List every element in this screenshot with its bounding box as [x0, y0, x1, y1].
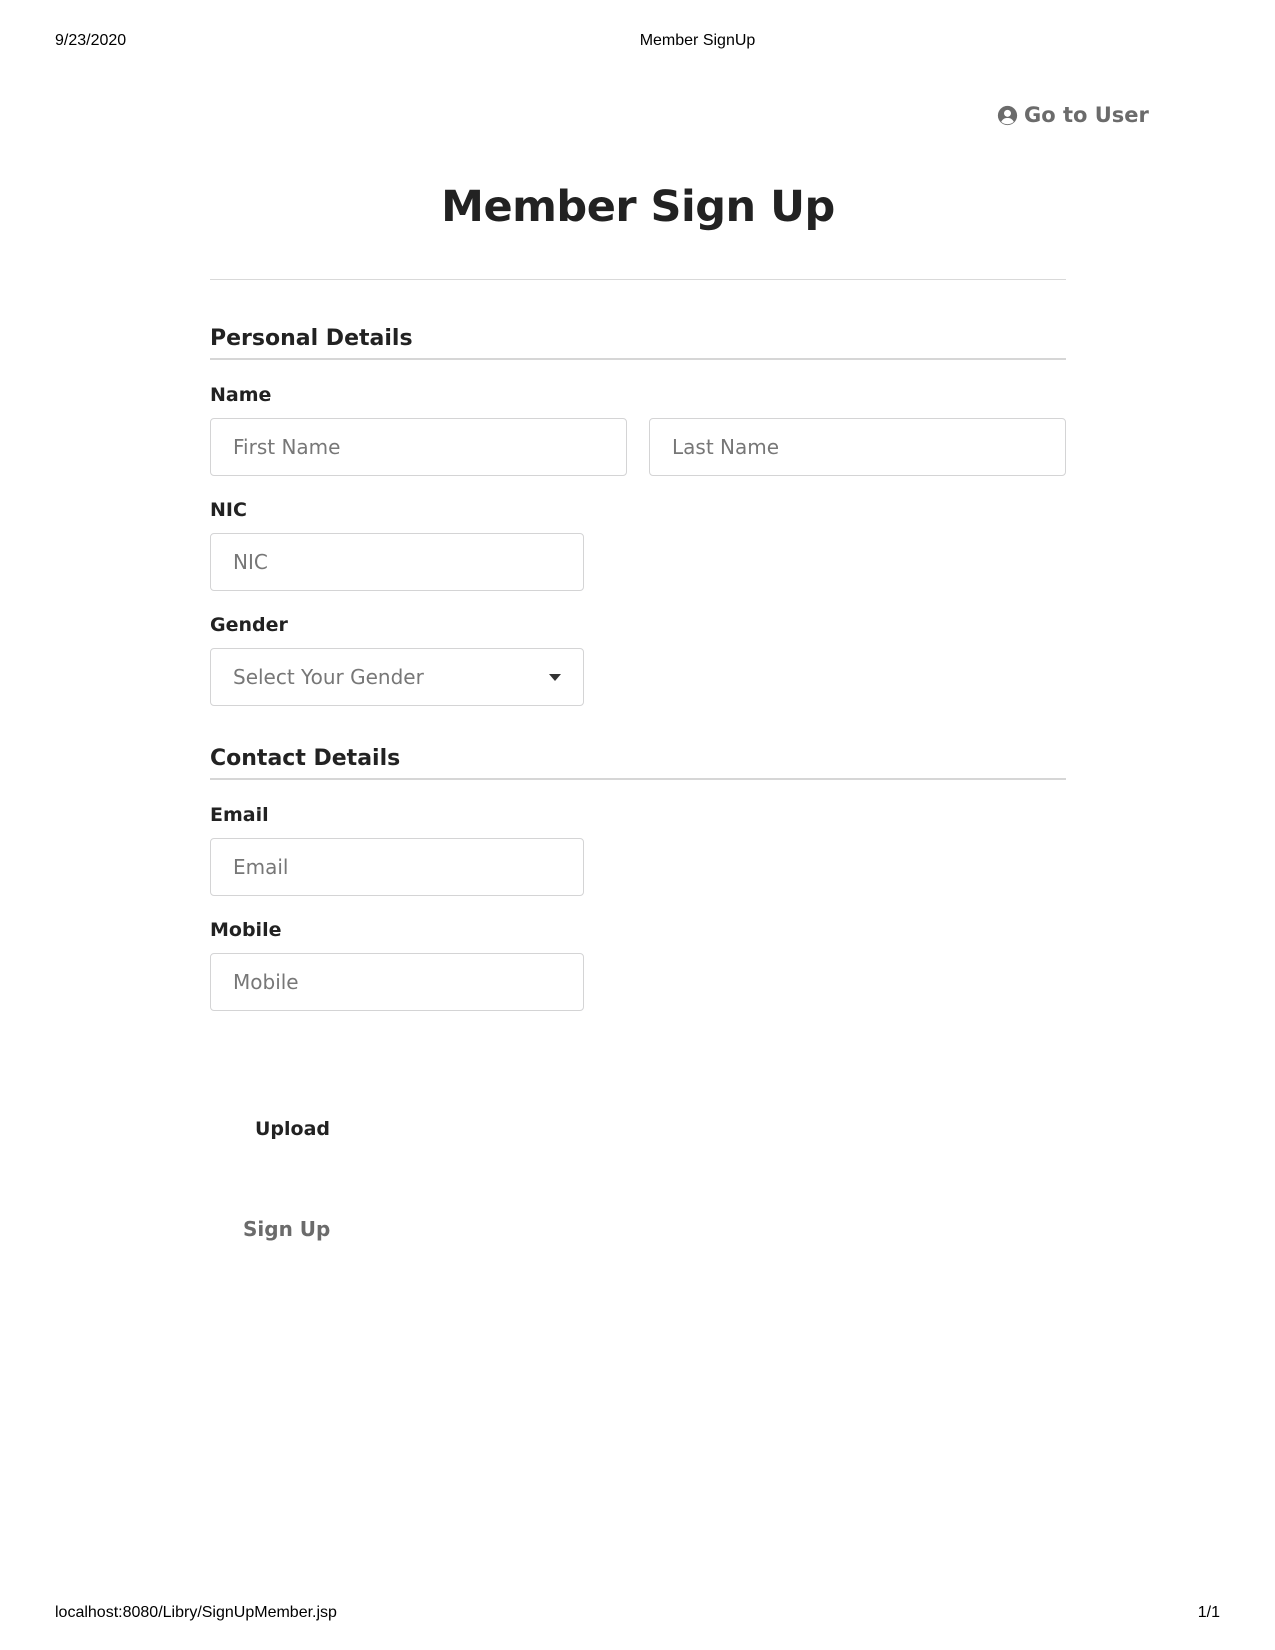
- section-title-personal: Personal Details: [210, 326, 413, 351]
- print-header: 9/23/2020 Member SignUp: [55, 32, 1220, 54]
- user-circle-icon: [997, 105, 1018, 126]
- section-divider-personal: [210, 358, 1066, 360]
- page-title: Member Sign Up: [441, 182, 835, 232]
- title-divider: [210, 279, 1066, 280]
- go-to-user-label: Go to User: [1024, 103, 1149, 127]
- sign-up-button[interactable]: Sign Up: [243, 1217, 330, 1241]
- page: 9/23/2020 Member SignUp Go to User Membe…: [0, 0, 1275, 1650]
- print-page-number: 1/1: [1197, 1604, 1220, 1621]
- section-title-contact: Contact Details: [210, 746, 401, 771]
- nic-input[interactable]: [210, 533, 584, 591]
- mobile-label: Mobile: [210, 919, 282, 941]
- name-label: Name: [210, 384, 272, 406]
- nic-label: NIC: [210, 499, 247, 521]
- last-name-input[interactable]: [649, 418, 1066, 476]
- print-url: localhost:8080/Libry/SignUpMember.jsp: [55, 1604, 337, 1621]
- gender-label: Gender: [210, 614, 288, 636]
- go-to-user-link[interactable]: Go to User: [997, 103, 1149, 127]
- mobile-input[interactable]: [210, 953, 584, 1011]
- gender-select[interactable]: Select Your Gender: [210, 648, 584, 706]
- email-label: Email: [210, 804, 269, 826]
- email-input[interactable]: [210, 838, 584, 896]
- section-divider-contact: [210, 778, 1066, 780]
- print-footer: localhost:8080/Libry/SignUpMember.jsp 1/…: [55, 1604, 1220, 1626]
- gender-select-value: Select Your Gender: [233, 665, 424, 689]
- upload-button[interactable]: Upload: [255, 1118, 330, 1140]
- first-name-input[interactable]: [210, 418, 627, 476]
- print-page-title: Member SignUp: [639, 32, 756, 49]
- caret-down-icon: [549, 673, 561, 681]
